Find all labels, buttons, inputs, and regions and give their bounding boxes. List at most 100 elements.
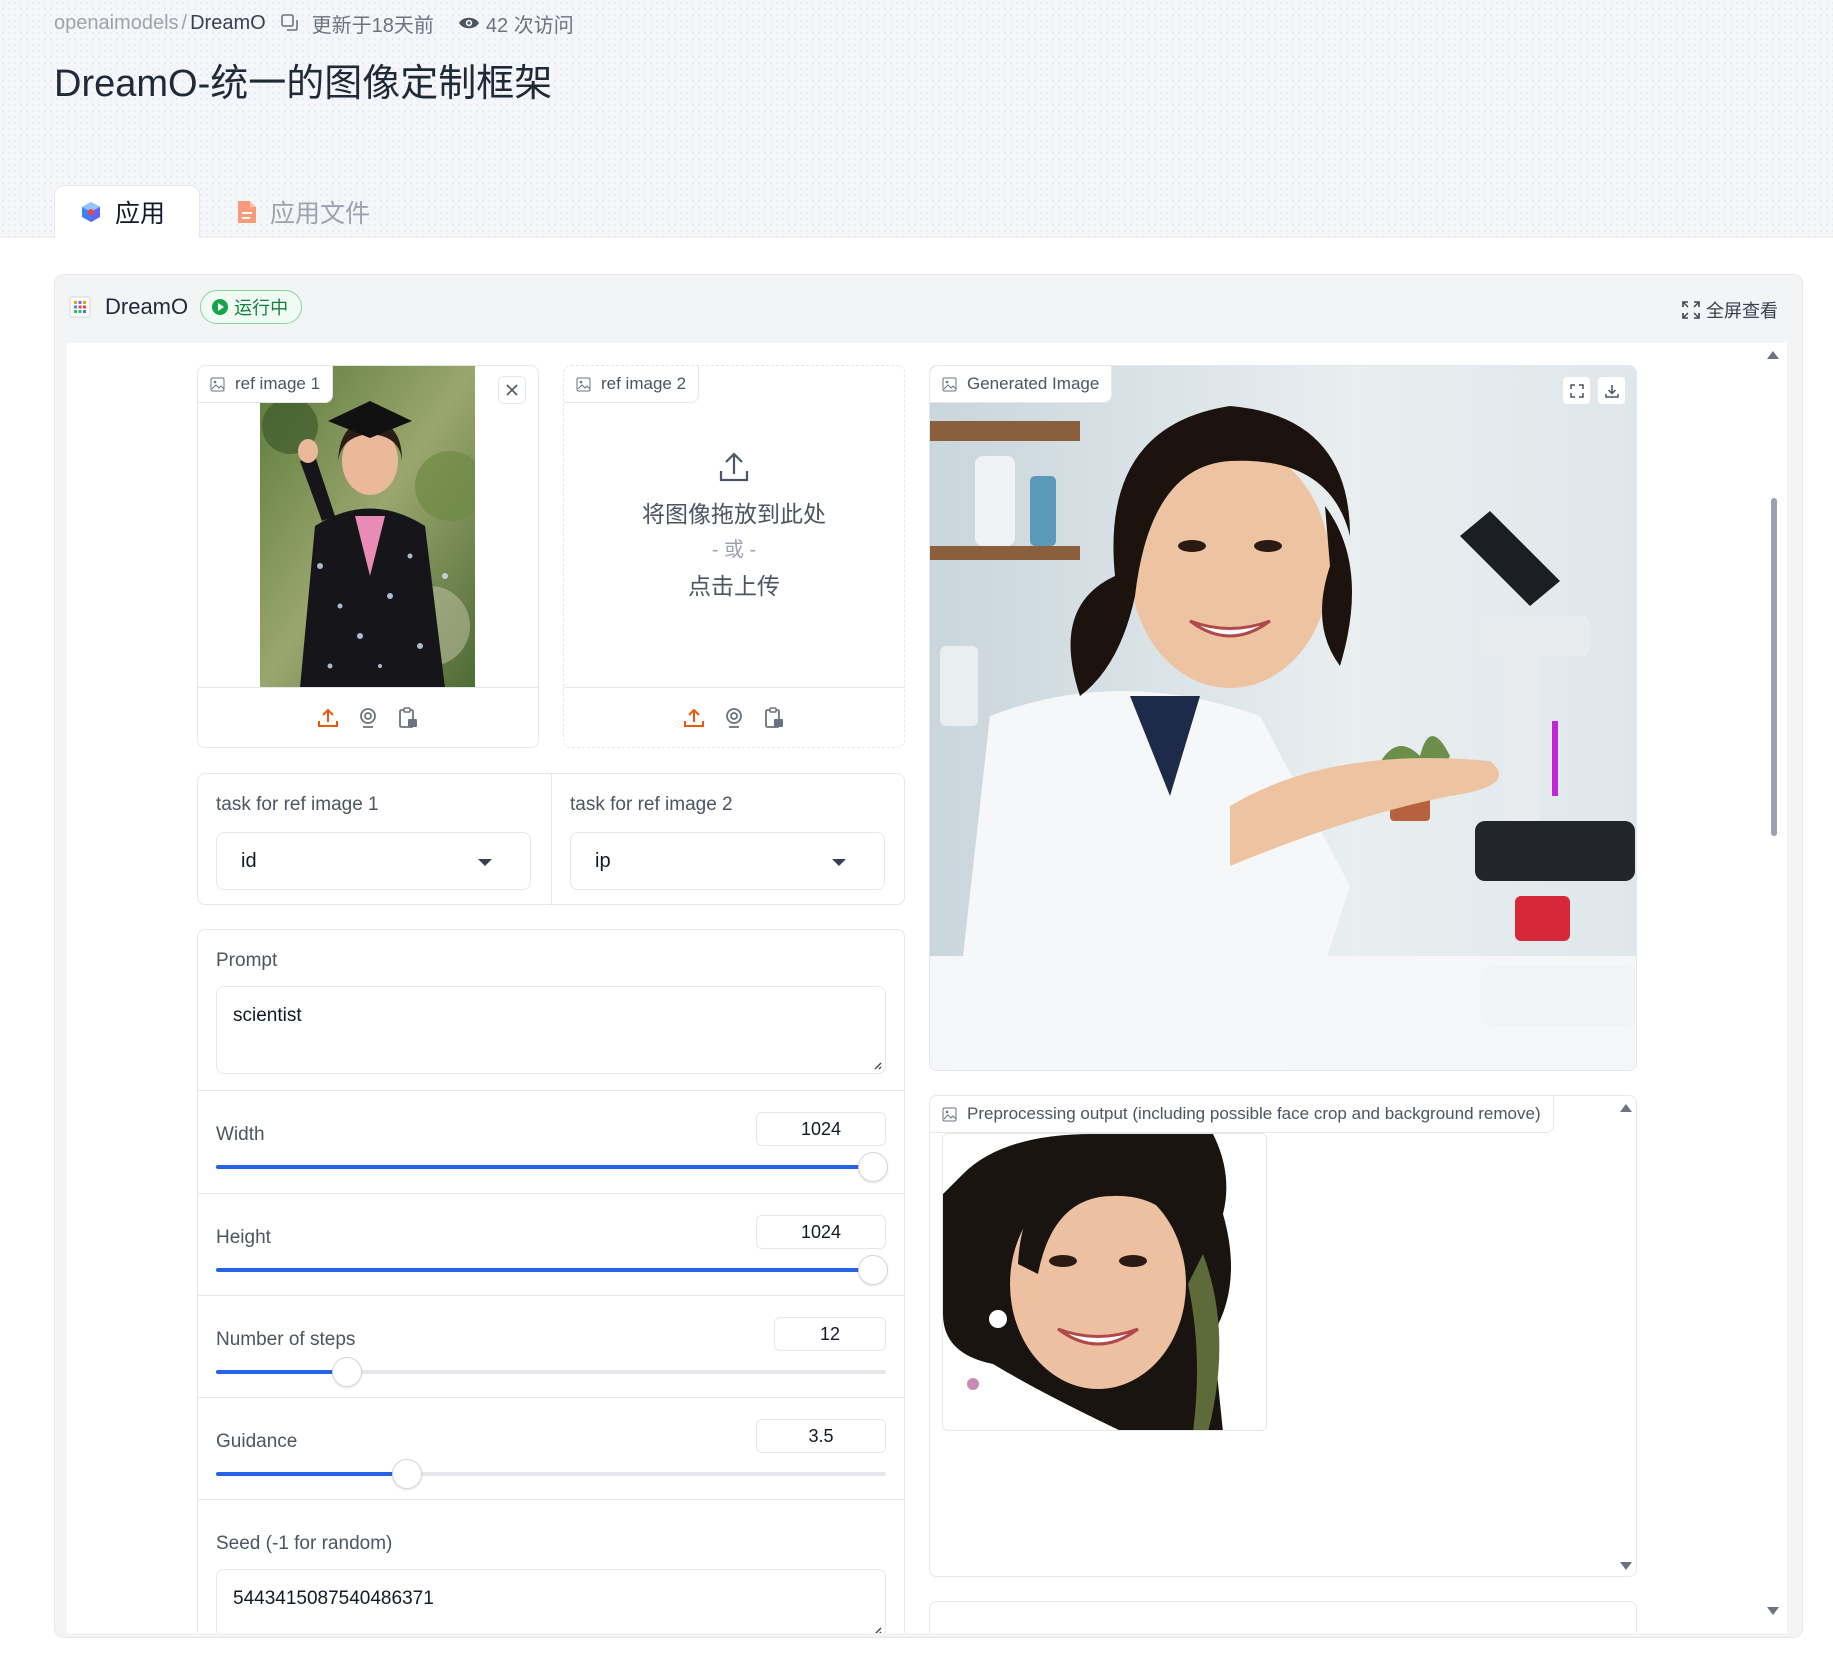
height-label: Height xyxy=(216,1227,271,1248)
fullscreen-label: 全屏查看 xyxy=(1706,301,1778,321)
steps-slider[interactable] xyxy=(216,1357,886,1387)
eye-icon xyxy=(458,17,479,29)
task-ref-1: task for ref image 1 id xyxy=(198,774,552,906)
clear-image-button[interactable] xyxy=(498,376,526,404)
app-frame: DreamO 运行中 全屏查看 ref image 1 ref image 2 … xyxy=(54,274,1803,1638)
steps-number-input[interactable]: 12 xyxy=(774,1317,886,1351)
download-button[interactable] xyxy=(1597,376,1626,405)
tab-app-files-label: 应用文件 xyxy=(270,199,371,228)
guidance-slider[interactable] xyxy=(216,1459,886,1489)
steps-slider-thumb[interactable] xyxy=(331,1357,362,1387)
generated-image-toolbar xyxy=(1562,376,1626,405)
clipboard-icon[interactable] xyxy=(396,706,420,730)
tab-app[interactable]: 应用 xyxy=(54,185,200,238)
expand-icon xyxy=(1682,301,1700,319)
ref-image-2-sources xyxy=(564,687,904,747)
app-cube-icon xyxy=(82,202,100,222)
generated-image xyxy=(930,366,1636,1070)
task-ref-2-label: task for ref image 2 xyxy=(570,794,733,815)
visit-count: 42 次访问 xyxy=(485,14,574,37)
tab-app-files[interactable]: 应用文件 xyxy=(236,185,370,238)
tab-app-label: 应用 xyxy=(115,200,166,228)
status-text: 运行中 xyxy=(234,298,289,318)
width-number-input[interactable]: 1024 xyxy=(756,1112,886,1146)
ref-image-2-label: ref image 2 xyxy=(564,366,700,403)
next-component xyxy=(929,1601,1637,1633)
download-icon xyxy=(1604,384,1619,398)
gallery-scroll-up[interactable] xyxy=(1620,1104,1632,1112)
scroll-down-arrow[interactable] xyxy=(1767,1607,1779,1615)
dropzone-text: 将图像拖放到此处 xyxy=(642,501,826,527)
guidance-slider-thumb[interactable] xyxy=(391,1459,422,1489)
image-dropzone[interactable]: 将图像拖放到此处 - 或 - 点击上传 xyxy=(564,366,904,688)
dropzone-click: 点击上传 xyxy=(688,573,780,599)
gallery-scroll-down[interactable] xyxy=(1620,1562,1632,1570)
width-slider-thumb[interactable] xyxy=(857,1152,888,1182)
seed-label: Seed (-1 for random) xyxy=(216,1533,393,1554)
task-ref-1-label: task for ref image 1 xyxy=(216,794,379,815)
app-grid-icon xyxy=(69,296,91,318)
breadcrumb: openaimodels / DreamO 更新于18天前 42 次访问 xyxy=(54,10,574,37)
guidance-label: Guidance xyxy=(216,1431,298,1452)
steps-label: Number of steps xyxy=(216,1329,356,1350)
upload-icon xyxy=(719,452,749,482)
file-icon xyxy=(238,200,256,223)
task-dropdowns: task for ref image 1 id task for ref ima… xyxy=(197,773,906,906)
scroll-up-arrow[interactable] xyxy=(1767,351,1779,359)
play-icon xyxy=(212,299,229,315)
ref-image-2-panel: ref image 2 将图像拖放到此处 - 或 - 点击上传 xyxy=(563,365,905,748)
upload-icon[interactable] xyxy=(682,706,706,730)
task-ref-2-select[interactable]: ip xyxy=(570,832,885,890)
clipboard-icon[interactable] xyxy=(762,706,786,730)
fullscreen-button[interactable]: 全屏查看 xyxy=(1682,297,1778,323)
seed-input[interactable]: 5443415087540486371 xyxy=(216,1569,886,1633)
task-ref-1-select[interactable]: id xyxy=(216,832,531,890)
prompt-input[interactable]: scientist xyxy=(216,986,886,1074)
height-slider[interactable] xyxy=(216,1255,888,1285)
resize-handle-icon[interactable] xyxy=(872,1060,882,1070)
maximize-button[interactable] xyxy=(1562,376,1591,405)
chevron-down-icon xyxy=(832,859,846,866)
ref-image-1-panel: ref image 1 xyxy=(197,365,539,748)
height-number-input[interactable]: 1024 xyxy=(756,1215,886,1249)
task-ref-2: task for ref image 2 ip xyxy=(552,774,906,906)
webcam-icon[interactable] xyxy=(722,706,746,730)
breadcrumb-repo[interactable]: DreamO xyxy=(190,12,266,35)
maximize-icon xyxy=(1569,383,1584,398)
preprocess-output-label: Preprocessing output (including possible… xyxy=(930,1096,1554,1133)
face-crop-image xyxy=(943,1134,1231,1430)
updated-time: 更新于18天前 xyxy=(311,14,434,37)
width-label: Width xyxy=(216,1124,265,1145)
image-icon xyxy=(942,377,957,391)
prompt-label: Prompt xyxy=(216,950,278,971)
status-badge: 运行中 xyxy=(200,290,303,324)
image-icon xyxy=(210,377,225,391)
page-header: openaimodels / DreamO 更新于18天前 42 次访问 Dre… xyxy=(0,0,1833,238)
gradio-canvas: ref image 1 ref image 2 将图像拖放到此处 - 或 - 点… xyxy=(67,343,1787,1633)
close-icon xyxy=(506,384,518,396)
generated-image-panel: Generated Image xyxy=(929,365,1637,1071)
image-icon xyxy=(576,377,591,391)
app-name: DreamO xyxy=(105,294,189,319)
scrollbar-thumb[interactable] xyxy=(1771,498,1777,836)
guidance-number-input[interactable]: 3.5 xyxy=(756,1419,886,1453)
chevron-down-icon xyxy=(478,859,492,866)
gallery-thumbnail[interactable] xyxy=(942,1133,1267,1431)
upload-icon[interactable] xyxy=(316,706,340,730)
app-header: DreamO 运行中 xyxy=(69,289,303,325)
preprocess-output-panel: Preprocessing output (including possible… xyxy=(929,1095,1637,1577)
width-slider[interactable] xyxy=(216,1152,888,1182)
page-title: DreamO-统一的图像定制框架 xyxy=(54,63,553,105)
copy-icon[interactable] xyxy=(280,13,300,33)
image-icon xyxy=(942,1107,957,1121)
dropzone-or: - 或 - xyxy=(711,539,757,561)
ref-image-1-label: ref image 1 xyxy=(198,366,334,403)
parameters-panel: Prompt scientist Width 1024 Height 1024 … xyxy=(197,929,905,1633)
height-slider-thumb[interactable] xyxy=(857,1255,888,1285)
ref-image-1-sources xyxy=(198,687,538,747)
breadcrumb-owner[interactable]: openaimodels xyxy=(54,12,179,35)
webcam-icon[interactable] xyxy=(356,706,380,730)
ref-image-1-photo xyxy=(260,366,475,688)
resize-handle-icon[interactable] xyxy=(872,1625,882,1633)
generated-image-label: Generated Image xyxy=(930,366,1113,403)
